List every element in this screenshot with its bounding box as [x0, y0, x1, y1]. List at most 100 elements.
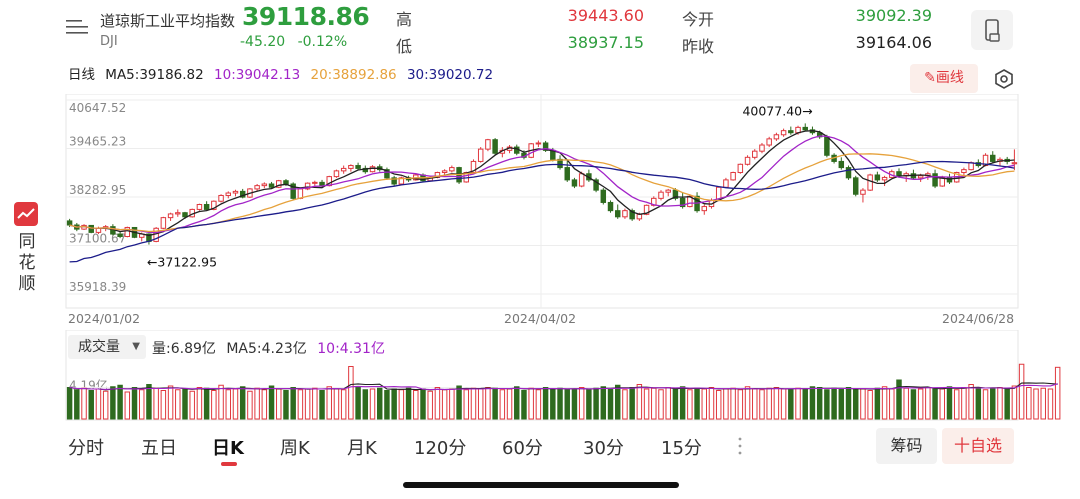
- open-value: 39092.39: [855, 6, 932, 25]
- candle-body: [283, 180, 289, 185]
- volume-legend: 量:6.89亿 MA5:4.23亿 10:4.31亿: [152, 338, 391, 358]
- candle-body: [874, 174, 881, 181]
- volume-bar: [838, 388, 845, 420]
- volume-bar: [427, 390, 433, 420]
- volume-bar: [925, 387, 931, 420]
- volume-bar: [759, 389, 765, 420]
- volume-bar: [607, 388, 614, 420]
- volume-bar: [261, 389, 268, 420]
- ma10-value: 10:39042.13: [214, 67, 301, 83]
- candle-body: [773, 134, 780, 140]
- volume-bar: [1026, 387, 1032, 420]
- volume-bar: [304, 388, 311, 420]
- volume-bar: [636, 384, 643, 420]
- volume-bar: [124, 391, 131, 420]
- volume-bar: [131, 387, 138, 420]
- volume-bar: [434, 387, 441, 420]
- tab-60min[interactable]: 60分: [502, 434, 543, 460]
- chip-distribution-button[interactable]: 筹码: [876, 428, 937, 464]
- volume-bar: [550, 388, 556, 420]
- candle-body: [614, 210, 621, 218]
- volume-bar: [658, 389, 664, 420]
- volume-bar: [463, 389, 470, 420]
- tab-120min[interactable]: 120分: [414, 434, 466, 460]
- hexagon-settings-icon[interactable]: [992, 67, 1016, 91]
- tab-weekly-k[interactable]: 周K: [280, 434, 310, 460]
- volume-bar: [1011, 385, 1018, 420]
- tab-monthly-k[interactable]: 月K: [347, 434, 377, 460]
- volume-bar: [578, 387, 585, 420]
- add-to-watchlist-button[interactable]: 十自选: [942, 428, 1014, 464]
- volume-bar: [470, 387, 477, 420]
- candle-body: [268, 183, 275, 188]
- candle-body: [636, 213, 643, 220]
- prev-close-label: 昨收: [682, 37, 715, 56]
- index-price: 39118.86: [242, 2, 370, 31]
- candle-body: [860, 189, 866, 195]
- candle-body: [160, 217, 167, 229]
- volume-bar: [485, 387, 491, 420]
- volume-bar: [564, 389, 570, 420]
- tab-15min[interactable]: 15分: [661, 434, 702, 460]
- vertical-dots-icon[interactable]: [737, 436, 743, 456]
- volume-bar: [766, 387, 772, 420]
- volume-bar: [672, 388, 679, 420]
- draw-line-button[interactable]: ✎画线: [910, 64, 978, 93]
- volume-bar: [881, 386, 888, 420]
- volume-bar: [953, 389, 960, 420]
- indicator-select[interactable]: 成交量 ▼: [68, 335, 146, 359]
- candle-body: [737, 163, 744, 174]
- volume-bar: [499, 389, 506, 420]
- volume-bar: [1018, 363, 1025, 420]
- volume-bar: [961, 387, 967, 420]
- volume-bar: [831, 387, 837, 420]
- candle-body: [477, 148, 484, 162]
- volume-bar: [506, 388, 513, 420]
- candle-body: [607, 201, 614, 212]
- candle-body: [492, 139, 498, 154]
- candle-body: [564, 167, 570, 181]
- tab-30min[interactable]: 30分: [583, 434, 624, 460]
- volume-bar: [74, 389, 80, 420]
- phone-icon: [985, 19, 1000, 42]
- volume-bar: [81, 387, 87, 420]
- candle-body: [117, 233, 123, 238]
- candle-body: [535, 142, 542, 145]
- candle-body: [578, 173, 585, 187]
- volume-bar: [773, 387, 780, 420]
- candle-body: [788, 130, 794, 134]
- candle-body: [600, 189, 607, 203]
- tab-five-day[interactable]: 五日: [141, 434, 177, 460]
- chart-frame: [65, 94, 1019, 309]
- high-label: 高: [396, 10, 413, 29]
- candle-body: [701, 206, 708, 212]
- candle-body: [485, 139, 491, 150]
- candle-body: [752, 150, 758, 158]
- y-tick-label: 40647.52: [69, 101, 126, 115]
- candle-body: [175, 212, 181, 215]
- candle-body: [968, 162, 974, 171]
- candle-body: [449, 167, 455, 172]
- pencil-icon: ✎: [924, 70, 936, 86]
- volume-bar: [1033, 388, 1039, 420]
- volume-bar: [189, 390, 195, 420]
- draw-label: 画线: [935, 70, 964, 86]
- candle-body: [845, 167, 852, 179]
- tab-intraday[interactable]: 分时: [68, 434, 104, 460]
- volume-bar: [355, 387, 361, 420]
- volume-bar: [708, 387, 715, 420]
- volume-bar: [247, 390, 253, 420]
- tab-daily-k[interactable]: 日K: [212, 434, 244, 460]
- volume-bar: [326, 386, 332, 420]
- kline-chart[interactable]: 40647.5239465.2338282.9537100.6735918.39…: [0, 94, 1080, 334]
- candle-body: [340, 167, 347, 172]
- volume-bar: [1040, 387, 1046, 420]
- device-switch-button[interactable]: [971, 10, 1013, 50]
- index-change: -45.20 -0.12%: [240, 34, 347, 50]
- candle-body: [319, 181, 325, 187]
- volume-bar: [939, 388, 946, 420]
- menu-lines-icon[interactable]: [66, 18, 88, 36]
- ma20-value: 20:38892.86: [310, 67, 397, 83]
- volume-ma10: 10:4.31亿: [317, 341, 385, 357]
- volume-bar: [593, 387, 599, 420]
